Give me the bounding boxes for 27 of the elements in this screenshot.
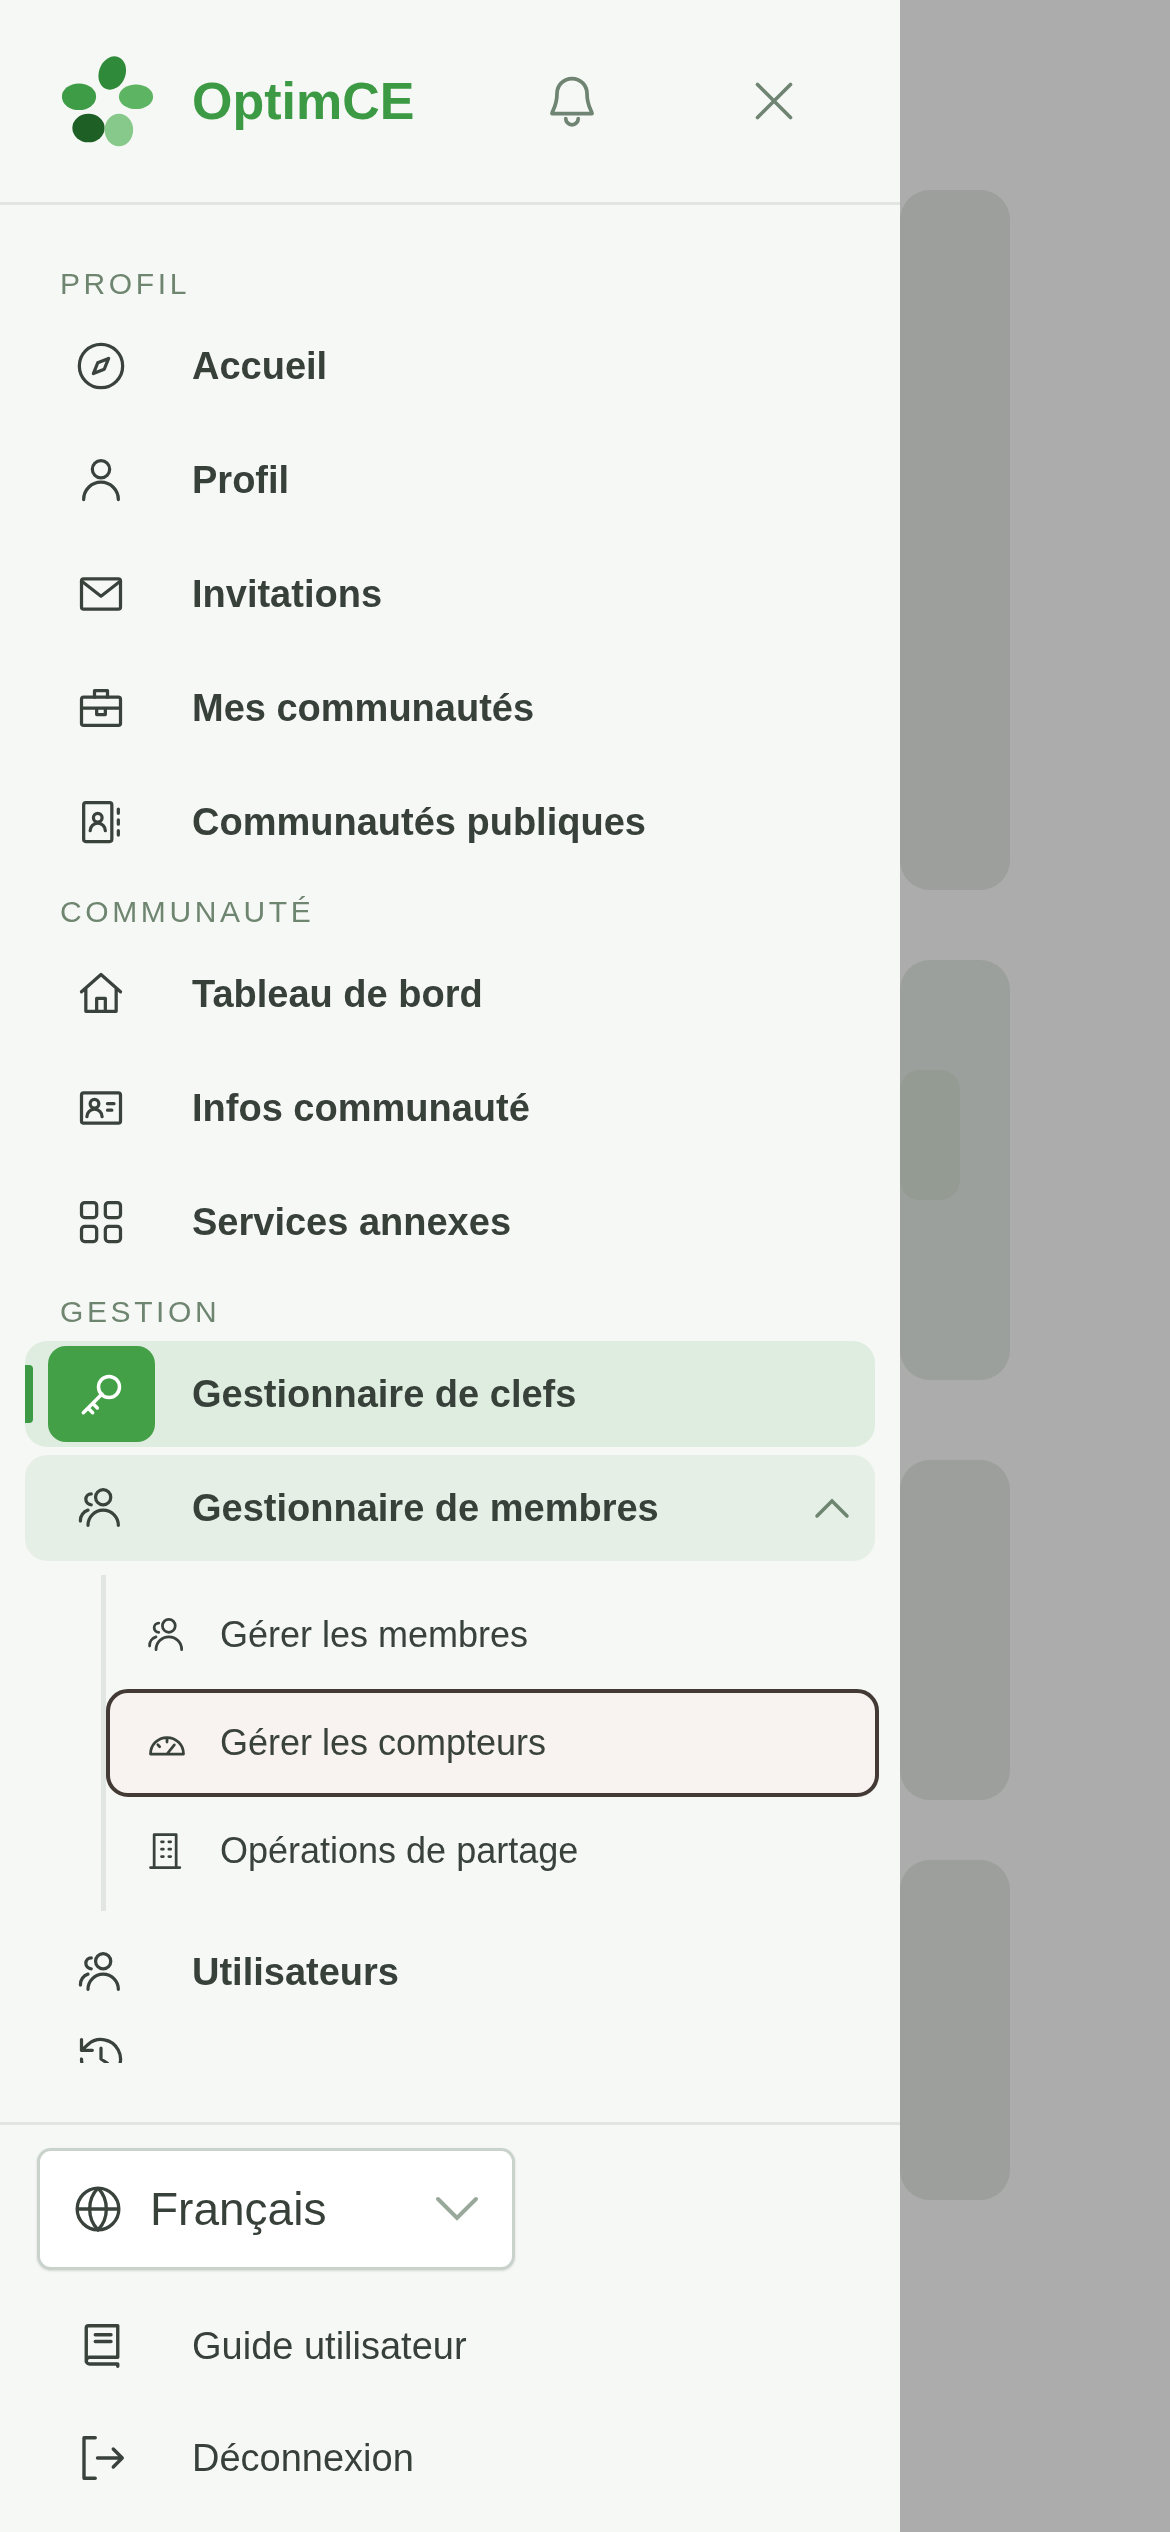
nav-item[interactable]: Services annexes (25, 1169, 875, 1275)
submenu-item[interactable]: Gérer les compteurs (106, 1689, 879, 1797)
section-heading: COMMUNAUTÉ (59, 893, 316, 930)
globe-icon (73, 2184, 123, 2234)
nav-item[interactable]: Communautés publiques (25, 769, 875, 875)
nav-item[interactable]: Gestionnaire de membres (25, 1455, 875, 1561)
nav-item[interactable]: Infos communauté (25, 1055, 875, 1161)
nav-item[interactable]: Gestionnaire de clefs (25, 1341, 875, 1447)
app-title: OptimCE (192, 71, 415, 132)
chevron-down-icon (435, 2195, 479, 2223)
section-heading: GESTION (59, 1293, 222, 1330)
chevron-up-icon (814, 1497, 850, 1519)
footer-link[interactable]: Déconnexion (37, 2402, 863, 2514)
nav-item[interactable]: Tableau de bord (25, 941, 875, 1047)
nav-item[interactable]: Mes communautés (25, 655, 875, 761)
language-value: Français (150, 2181, 328, 2237)
submenu-item[interactable]: Opérations de partage (106, 1797, 875, 1905)
footer-link[interactable]: Guide utilisateur (37, 2290, 863, 2402)
active-indicator (25, 1365, 33, 1423)
nav-item[interactable]: Profil (25, 427, 875, 533)
nav-item[interactable]: Invitations (25, 541, 875, 647)
submenu-item[interactable]: Gérer les membres (106, 1581, 875, 1689)
language-select[interactable]: Français (37, 2148, 515, 2270)
nav-item[interactable]: Utilisateurs (25, 1919, 875, 2025)
nav-item[interactable]: Accueil (25, 313, 875, 419)
compass-icon (75, 340, 127, 392)
section-heading: PROFIL (59, 265, 191, 302)
